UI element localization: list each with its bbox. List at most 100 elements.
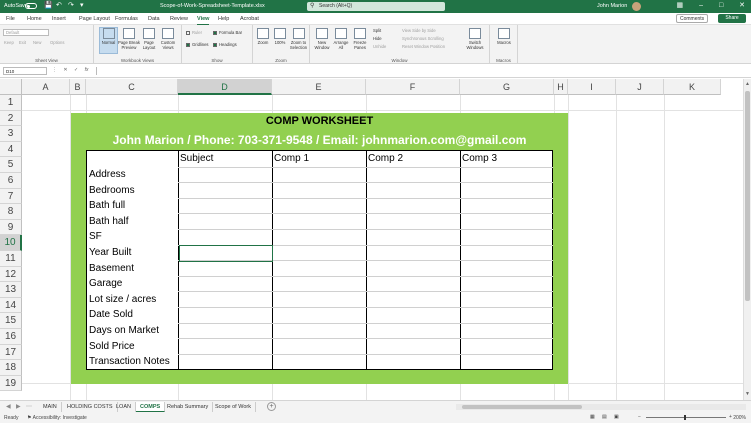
zoom-level[interactable]: 200% [733,415,746,421]
comp-table[interactable]: Subject Comp 1 Comp 2 Comp 3 Address Bed… [86,150,553,370]
sheet-tab-holding-costs[interactable]: HOLDING COSTS [63,402,118,412]
vertical-scroll-thumb[interactable] [745,91,750,301]
normal-view-button[interactable]: Normal [100,28,117,45]
page-layout-status-icon[interactable]: ▤ [602,414,607,420]
column-header-h[interactable]: H [554,79,568,95]
new-view-button[interactable]: New [33,40,41,45]
row-header-1[interactable]: 1 [0,95,22,111]
macros-button[interactable]: Macros [495,28,513,45]
avatar[interactable] [632,2,641,11]
custom-views-button[interactable]: Custom Views [158,28,178,50]
enter-icon[interactable]: ✓ [74,67,78,73]
user-name[interactable]: John Marion [597,3,627,9]
normal-view-status-icon[interactable]: ▦ [590,414,595,420]
page-layout-view-button[interactable]: Page Layout [141,28,157,50]
keep-button[interactable]: Keep [4,40,14,45]
active-cell-d10[interactable] [179,245,273,262]
options-button[interactable]: Options [50,40,64,45]
maximize-icon[interactable]: □ [719,2,723,9]
tab-acrobat[interactable]: Acrobat [240,16,259,22]
column-header-d[interactable]: D [178,79,272,95]
tab-insert[interactable]: Insert [52,16,66,22]
scroll-up-icon[interactable]: ▲ [745,81,750,87]
tab-help[interactable]: Help [218,16,229,22]
sync-scrolling-button[interactable]: Synchronous Scrolling [402,36,444,41]
select-all-corner[interactable] [0,79,22,95]
new-window-button[interactable]: New Window [313,28,331,50]
tab-data[interactable]: Data [148,16,160,22]
row-header-3[interactable]: 3 [0,126,22,142]
column-header-j[interactable]: J [616,79,664,95]
tab-review[interactable]: Review [170,16,188,22]
headings-checkbox[interactable]: Headings [213,42,237,47]
row-header-8[interactable]: 8 [0,204,22,220]
insert-function-icon[interactable]: fx [85,67,89,73]
zoom-out-icon[interactable]: − [638,414,641,420]
row-header-6[interactable]: 6 [0,173,22,189]
split-button[interactable]: Split [373,28,381,33]
horizontal-scrollbar[interactable] [456,404,746,410]
tab-formulas[interactable]: Formulas [115,16,138,22]
gridlines-checkbox[interactable]: Gridlines [186,42,209,47]
sheet-tab-comps[interactable]: COMPS [136,402,166,412]
cancel-icon[interactable]: ✕ [63,67,67,73]
row-header-2[interactable]: 2 [0,110,22,127]
formula-input[interactable] [96,67,746,75]
formula-bar-checkbox[interactable]: Formula Bar [213,30,242,35]
scroll-down-icon[interactable]: ▼ [745,391,750,397]
sheet-tab-main[interactable]: MAIN [39,402,62,412]
row-header-10[interactable]: 10 [0,235,22,251]
next-sheet-icon[interactable]: ▶ [16,403,21,410]
zoom-in-icon[interactable]: + [729,414,732,420]
row-header-18[interactable]: 18 [0,360,22,376]
name-box[interactable]: D10 [3,67,47,75]
spreadsheet-grid[interactable]: A B C D E F G H I J K 1 2 3 4 5 6 7 8 9 … [0,79,743,400]
column-header-k[interactable]: K [664,79,721,95]
row-header-4[interactable]: 4 [0,141,22,158]
redo-icon[interactable]: ↷ [68,2,74,10]
customize-qat-icon[interactable]: ▾ [80,2,84,10]
page-break-status-icon[interactable]: ▣ [614,414,619,420]
ribbon-display-icon[interactable]: ▦ [677,2,684,9]
page-break-preview-button[interactable]: Page Break Preview [118,28,140,50]
tab-file[interactable]: File [6,16,15,22]
undo-icon[interactable]: ↶ [56,2,62,10]
close-icon[interactable]: ✕ [739,2,745,9]
column-header-g[interactable]: G [460,79,554,95]
hide-button[interactable]: Hide [373,36,382,41]
vertical-scrollbar[interactable]: ▲ ▼ [743,79,751,400]
row-header-12[interactable]: 12 [0,266,22,283]
tab-home[interactable]: Home [27,16,42,22]
sheet-tab-loan[interactable]: LOAN [112,402,136,412]
zoom-slider-knob[interactable] [684,415,686,420]
row-header-9[interactable]: 9 [0,219,22,236]
sheet-tab-scope-of-work[interactable]: Scope of Work [211,402,256,412]
zoom-to-selection-button[interactable]: Zoom to Selection [288,28,309,50]
horizontal-scroll-thumb[interactable] [462,405,582,409]
row-header-19[interactable]: 19 [0,375,22,392]
add-sheet-button[interactable]: + [267,402,276,411]
sheet-view-dropdown[interactable]: Default [3,29,49,36]
column-header-f[interactable]: F [366,79,460,95]
column-header-c[interactable]: C [86,79,178,95]
more-sheets-icon[interactable]: ⋯ [26,403,32,410]
search-box[interactable]: ⚲ Search (Alt+Q) [307,2,445,11]
freeze-panes-button[interactable]: Freeze Panes [351,28,369,50]
zoom-slider[interactable] [646,415,726,420]
row-header-7[interactable]: 7 [0,188,22,205]
reset-window-button[interactable]: Reset Window Position [402,44,445,49]
unhide-button[interactable]: Unhide [373,44,386,49]
column-header-a[interactable]: A [22,79,70,95]
zoom-100-button[interactable]: 100% [272,28,288,45]
zoom-button[interactable]: Zoom [255,28,271,45]
row-header-17[interactable]: 17 [0,344,22,361]
sheet-tab-rehab-summary[interactable]: Rehab Summary [163,402,214,412]
tab-page-layout[interactable]: Page Layout [79,16,110,22]
exit-button[interactable]: Exit [19,40,26,45]
minimize-icon[interactable]: – [699,2,703,9]
tab-view[interactable]: View [197,16,210,25]
side-by-side-button[interactable]: View Side by Side [402,28,436,33]
row-header-14[interactable]: 14 [0,297,22,314]
switch-windows-button[interactable]: Switch Windows [464,28,486,50]
prev-sheet-icon[interactable]: ◀ [6,403,11,410]
